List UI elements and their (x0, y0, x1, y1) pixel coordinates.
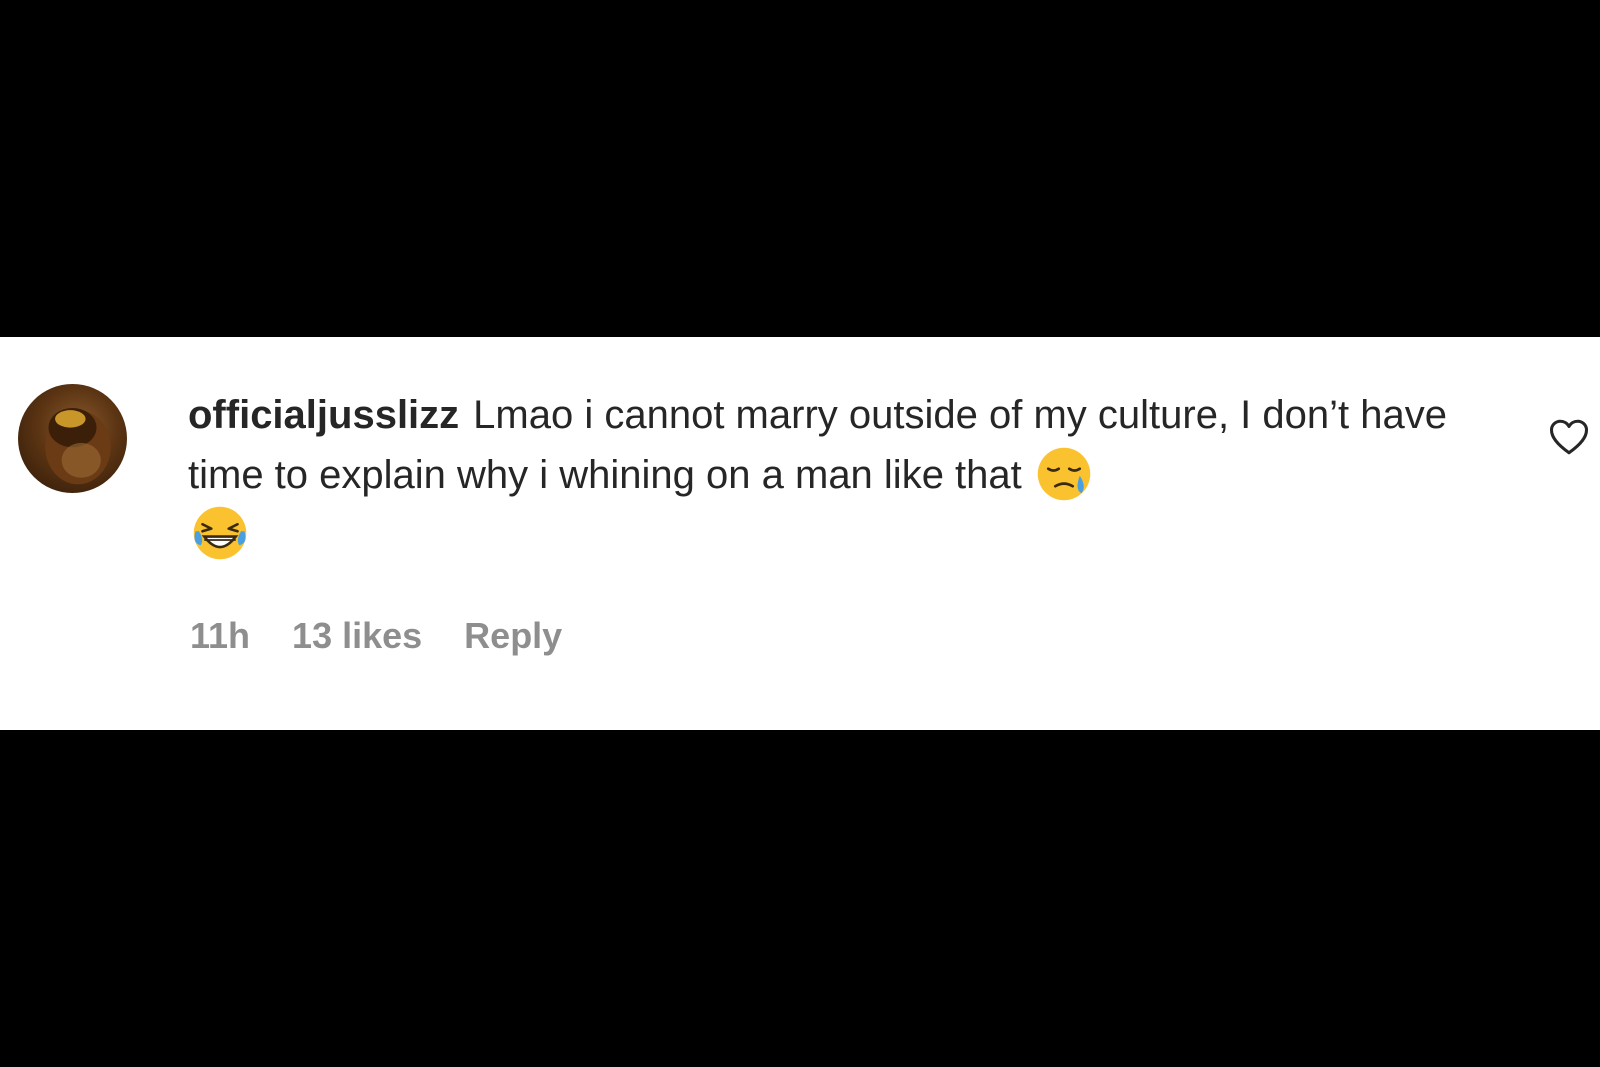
comment-username[interactable]: officialjusslizz (188, 393, 459, 437)
heart-outline-icon[interactable] (1548, 417, 1590, 457)
comment-timestamp[interactable]: 11h (190, 615, 250, 657)
avatar-image (45, 407, 111, 485)
comment-card: officialjusslizz Lmao i cannot marry outs… (0, 337, 1600, 730)
comment-body: officialjusslizz Lmao i cannot marry outs… (188, 385, 1488, 561)
avatar[interactable] (18, 384, 127, 493)
grinning-squinting-crying-face-icon (193, 506, 247, 560)
reply-button[interactable]: Reply (464, 615, 562, 657)
screenshot-frame: officialjusslizz Lmao i cannot marry outs… (0, 0, 1600, 1067)
comment-meta-row: 11h 13 likes Reply (190, 615, 562, 657)
disappointed-relieved-face-icon (1037, 447, 1091, 501)
comment-likes-count[interactable]: 13 likes (292, 615, 422, 657)
